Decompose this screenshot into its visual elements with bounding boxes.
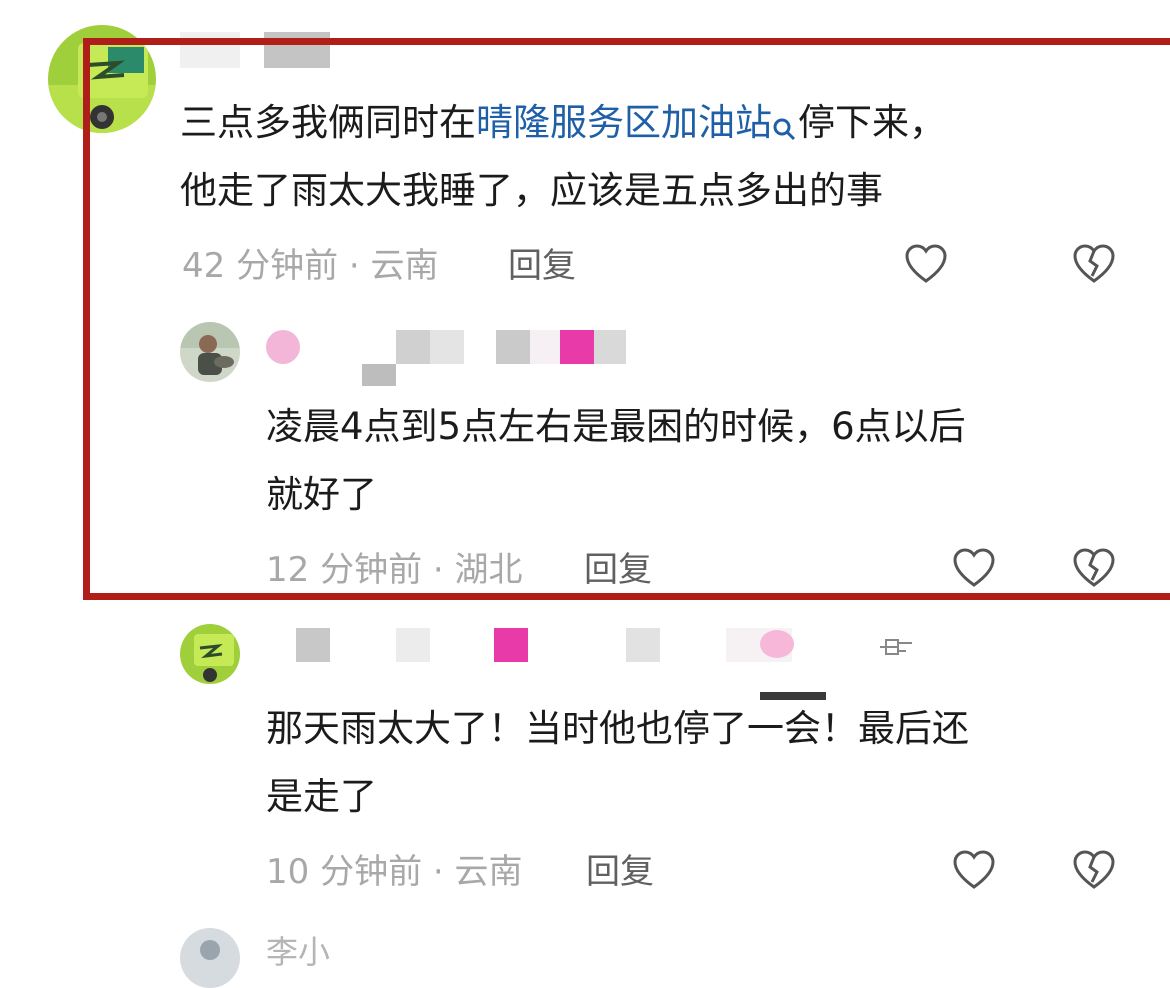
reply-text-line2: 是走了 — [266, 775, 377, 818]
username-redacted[interactable] — [266, 626, 916, 700]
heart-icon[interactable] — [952, 848, 996, 892]
username[interactable]: 李小 — [266, 932, 330, 972]
avatar[interactable] — [180, 928, 240, 988]
reply-button[interactable]: 回复 — [586, 852, 654, 892]
reply-text: 那天雨太大了！当时他也停了一会！最后还 — [266, 707, 969, 750]
broken-heart-icon[interactable] — [1072, 848, 1116, 892]
highlight-frame — [83, 38, 1170, 600]
avatar[interactable] — [180, 624, 240, 684]
pointing-hand-icon — [876, 634, 916, 664]
reply-meta: 10 分钟前 · 云南 — [266, 852, 523, 892]
